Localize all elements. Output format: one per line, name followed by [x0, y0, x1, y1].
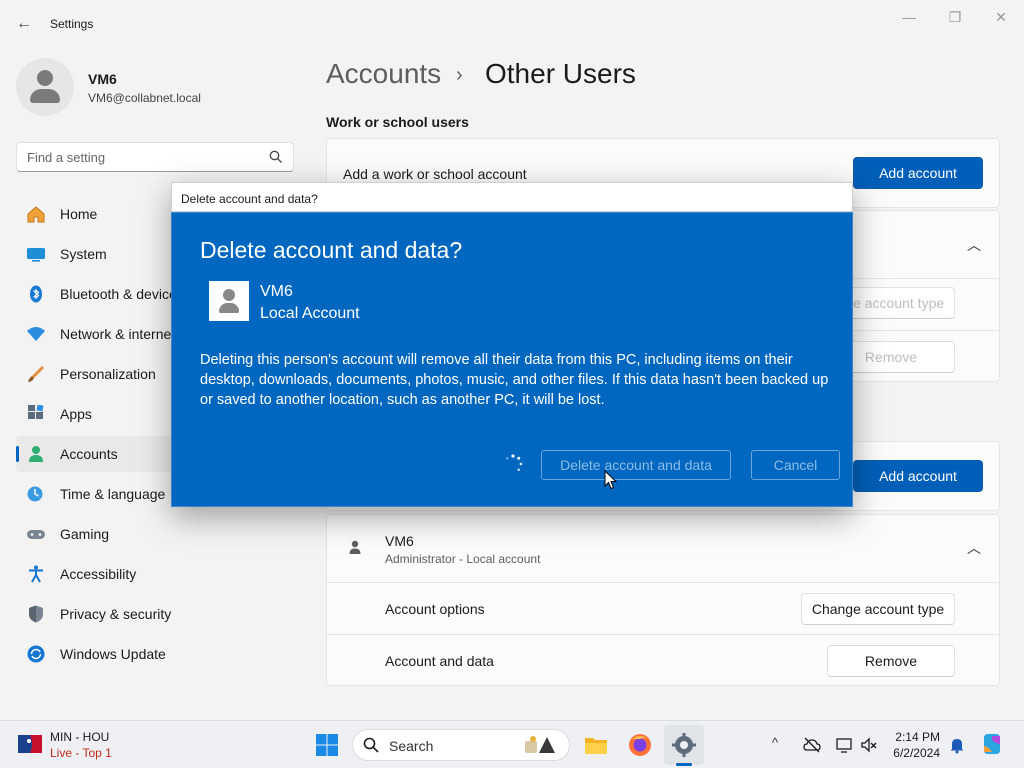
- app-title: Settings: [50, 17, 94, 31]
- cancel-button[interactable]: Cancel: [751, 450, 840, 480]
- user-card-name: VM6: [385, 533, 414, 549]
- personalization-icon: [28, 366, 44, 382]
- apps-icon: [28, 405, 44, 419]
- avatar-body-shape: [219, 303, 239, 313]
- title-bar: ← Settings — ❐ ✕: [0, 0, 1024, 48]
- widget-score[interactable]: MIN - HOU: [50, 730, 109, 744]
- divider: [327, 634, 999, 635]
- sidebar-item-label: Apps: [60, 406, 92, 422]
- notification-bell-icon[interactable]: [948, 736, 966, 754]
- mlb-widget-icon[interactable]: [18, 735, 42, 753]
- chevron-up-icon[interactable]: ︿: [966, 540, 982, 556]
- sidebar-item-label: Bluetooth & devices: [60, 286, 184, 302]
- widget-status[interactable]: Live - Top 1: [50, 746, 112, 760]
- firefox-icon[interactable]: [626, 731, 654, 759]
- sidebar-item-label: Home: [60, 206, 98, 222]
- dialog-heading: Delete account and data?: [200, 237, 463, 263]
- sidebar-item-windows-update[interactable]: Windows Update: [16, 636, 316, 672]
- delete-account-and-data-button[interactable]: Delete account and data: [541, 450, 731, 480]
- clock-date[interactable]: 6/2/2024: [888, 746, 940, 760]
- dialog-user-type: Local Account: [260, 305, 360, 322]
- search-icon: [363, 737, 379, 753]
- dialog-user-avatar: [209, 281, 249, 321]
- remove-account-button[interactable]: Remove: [827, 645, 955, 677]
- clock-time[interactable]: 2:14 PM: [888, 730, 940, 744]
- minimize-button[interactable]: —: [886, 6, 932, 28]
- sidebar-item-label: Privacy & security: [60, 606, 172, 622]
- avatar-body-shape: [30, 89, 60, 103]
- account-data-label: Account and data: [385, 653, 494, 669]
- sidebar-item-label: Network & internet: [60, 326, 176, 342]
- settings-gear-icon[interactable]: [670, 731, 698, 759]
- chevron-up-icon[interactable]: ︿: [966, 237, 982, 253]
- search-input[interactable]: [17, 143, 267, 171]
- back-button[interactable]: ←: [10, 12, 38, 36]
- change-account-type-button[interactable]: Change account type: [801, 593, 955, 625]
- gaming-icon: [27, 530, 45, 539]
- sidebar-item-label: Accounts: [60, 446, 118, 462]
- search-box: [16, 142, 294, 172]
- network-icon: [27, 327, 45, 341]
- taskbar-search-label: Search: [389, 738, 434, 754]
- file-explorer-icon[interactable]: [582, 731, 610, 759]
- profile-email: VM6@collabnet.local: [88, 91, 201, 105]
- windows-start-icon[interactable]: [313, 731, 341, 759]
- delete-account-dialog: Delete account and data? Delete account …: [171, 182, 853, 507]
- sidebar-item-label: Time & language: [60, 486, 166, 502]
- taskbar-search[interactable]: Search: [352, 729, 570, 761]
- breadcrumb-parent[interactable]: Accounts: [326, 58, 441, 90]
- search-highlight-icon: [525, 736, 555, 753]
- work-school-row-label: Add a work or school account: [343, 166, 527, 182]
- loading-spinner-icon: [506, 454, 523, 471]
- sidebar-item-label: System: [60, 246, 107, 262]
- time-language-icon: [27, 486, 43, 502]
- sidebar-item-label: Windows Update: [60, 646, 166, 662]
- accessibility-icon: [29, 565, 43, 583]
- network-status-icon[interactable]: [835, 736, 853, 754]
- work-school-section-title: Work or school users: [326, 114, 469, 130]
- sidebar-item-label: Gaming: [60, 526, 110, 542]
- mouse-cursor-icon: [604, 470, 618, 490]
- user-card-subtitle: Administrator - Local account: [385, 552, 541, 566]
- sidebar-item-gaming[interactable]: Gaming: [16, 516, 316, 552]
- close-button[interactable]: ✕: [978, 6, 1024, 28]
- bluetooth-icon: [30, 285, 42, 303]
- page-title: Other Users: [485, 58, 636, 89]
- shield-icon: [29, 605, 43, 623]
- profile-name: VM6: [88, 71, 117, 87]
- avatar-head-shape: [37, 70, 53, 86]
- selection-indicator: [16, 446, 19, 462]
- system-icon: [27, 248, 45, 262]
- dialog-user-name: VM6: [260, 283, 293, 300]
- sidebar-item-label: Accessibility: [60, 566, 137, 582]
- sidebar-item-label: Personalization: [60, 366, 156, 382]
- dialog-message: Deleting this person's account will remo…: [200, 352, 829, 408]
- breadcrumb-separator-icon: ›: [456, 64, 463, 86]
- add-other-account-button[interactable]: Add account: [853, 460, 983, 492]
- divider: [327, 582, 999, 583]
- person-icon: [349, 540, 361, 554]
- active-app-indicator: [676, 763, 692, 766]
- account-options-label: Account options: [385, 601, 485, 617]
- accounts-icon: [29, 446, 43, 462]
- sidebar-item-accessibility[interactable]: Accessibility: [16, 556, 316, 592]
- user-card-vm6: VM6 Administrator - Local account ︿ Acco…: [326, 514, 1000, 686]
- search-icon[interactable]: [269, 150, 283, 164]
- volume-muted-icon[interactable]: [860, 736, 878, 754]
- avatar[interactable]: [16, 58, 74, 116]
- taskbar: MIN - HOU Live - Top 1 Search ^ 2:14 PM …: [0, 720, 1024, 768]
- add-work-account-button[interactable]: Add account: [853, 157, 983, 189]
- avatar-head-shape: [223, 289, 235, 301]
- sidebar-item-privacy-security[interactable]: Privacy & security: [16, 596, 316, 632]
- maximize-button[interactable]: ❐: [932, 6, 978, 28]
- onedrive-icon[interactable]: [803, 736, 821, 754]
- windows-update-icon: [27, 645, 45, 663]
- dialog-body: Delete account and data? VM6 Local Accou…: [171, 212, 853, 507]
- home-icon: [27, 206, 45, 223]
- chevron-up-icon[interactable]: ^: [772, 735, 788, 753]
- dialog-title: Delete account and data?: [181, 192, 318, 206]
- dialog-title-bar[interactable]: Delete account and data?: [171, 182, 853, 212]
- copilot-icon[interactable]: [980, 732, 1004, 756]
